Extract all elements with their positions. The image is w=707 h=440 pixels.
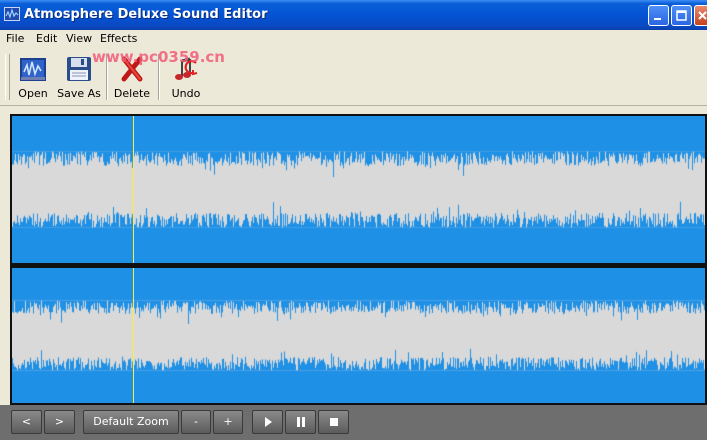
scroll-left-button[interactable]: <: [11, 410, 42, 434]
toolbar-grip[interactable]: [5, 54, 10, 100]
play-icon: [264, 417, 272, 427]
pause-icon: [296, 417, 305, 427]
toolbar-separator: [106, 54, 108, 100]
open-icon: [20, 58, 46, 81]
undo-label: Undo: [171, 87, 201, 100]
close-icon: [698, 11, 707, 20]
undo-music-icon: [175, 57, 198, 80]
app-icon[interactable]: [4, 7, 20, 21]
window-title: Atmosphere Deluxe Sound Editor: [24, 7, 268, 22]
floppy-disk-icon: [67, 57, 91, 81]
save-as-button[interactable]: Save As: [56, 52, 102, 102]
undo-button[interactable]: Undo: [166, 52, 206, 102]
menu-edit[interactable]: Edit: [36, 32, 57, 45]
menu-view[interactable]: View: [66, 32, 92, 45]
delete-label: Delete: [113, 87, 151, 100]
maximize-button[interactable]: [671, 5, 692, 26]
playback-control-bar: < > Default Zoom - +: [0, 405, 707, 440]
open-button[interactable]: Open: [12, 52, 54, 102]
menu-file[interactable]: File: [6, 32, 24, 45]
title-bar: Atmosphere Deluxe Sound Editor: [0, 0, 707, 30]
minimize-button[interactable]: [648, 5, 669, 26]
playback-cursor[interactable]: [133, 116, 135, 263]
right-channel-waveform[interactable]: [12, 268, 705, 403]
close-button[interactable]: [694, 5, 707, 26]
waveform-view[interactable]: [10, 114, 707, 405]
stop-button[interactable]: [318, 410, 349, 434]
save-as-label: Save As: [57, 87, 101, 100]
minimize-icon: [654, 18, 661, 20]
delete-button[interactable]: Delete: [112, 52, 152, 102]
menu-effects[interactable]: Effects: [100, 32, 137, 45]
play-button[interactable]: [252, 410, 283, 434]
default-zoom-button[interactable]: Default Zoom: [83, 410, 179, 434]
pause-button[interactable]: [285, 410, 316, 434]
maximize-icon: [676, 10, 687, 21]
toolbar-separator: [158, 54, 160, 100]
menu-bar: File Edit View Effects: [0, 30, 707, 48]
delete-x-icon: [121, 56, 143, 82]
scroll-right-button[interactable]: >: [44, 410, 75, 434]
left-channel-waveform[interactable]: [12, 116, 705, 263]
zoom-out-button[interactable]: -: [181, 410, 211, 434]
waveform-canvas-left: [12, 116, 705, 263]
open-label: Open: [18, 87, 48, 100]
waveform-canvas-right: [12, 268, 705, 403]
toolbar: Open Save As Delete Undo: [0, 48, 707, 106]
stop-icon: [329, 418, 338, 426]
playback-cursor[interactable]: [133, 268, 135, 403]
zoom-in-button[interactable]: +: [213, 410, 243, 434]
